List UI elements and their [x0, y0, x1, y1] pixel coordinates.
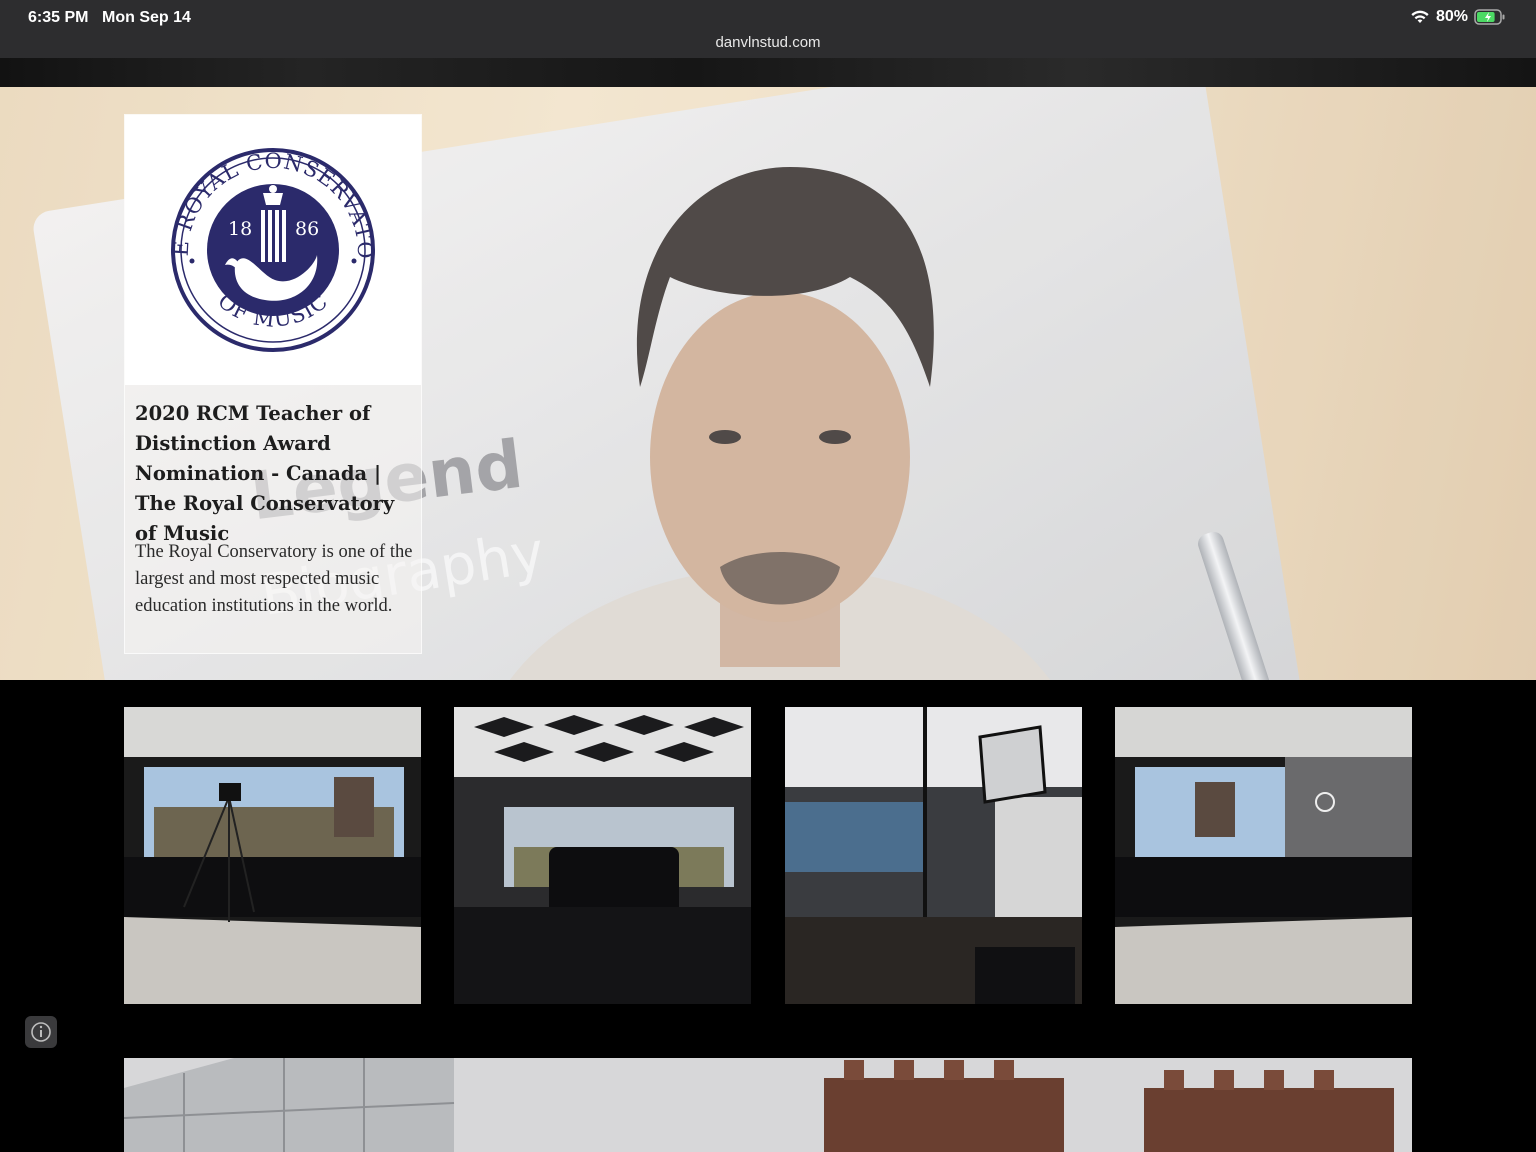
award-title[interactable]: 2020 RCM Teacher of Distinction Award No… — [135, 399, 415, 549]
logo-year-right: 86 — [295, 218, 319, 240]
building-photo-image — [124, 1058, 1412, 1152]
award-card[interactable]: THE ROYAL CONSERVATORY OF MUSIC 18 86 — [115, 96, 422, 654]
rcm-logo-seal: THE ROYAL CONSERVATORY OF MUSIC 18 86 — [115, 96, 376, 352]
building-photo[interactable] — [124, 1058, 1412, 1152]
award-description: The Royal Conservatory is one of the lar… — [135, 542, 413, 616]
status-right: 80% — [1410, 8, 1506, 26]
status-time: 6:35 PM — [28, 9, 89, 26]
info-icon — [31, 1022, 51, 1042]
battery-icon — [1474, 9, 1505, 25]
header-strip — [0, 58, 1536, 87]
gallery-photo-4[interactable] — [1115, 707, 1412, 1004]
address-bar-url[interactable]: danvlnstud.com — [0, 34, 1536, 51]
battery-percent: 80% — [1435, 8, 1468, 25]
studio-room-wide-photo — [1115, 707, 1412, 1004]
studio-lighting-photo — [785, 707, 1082, 1004]
hero-banner: Legend Biography THE ROYAL CONSERVATORY — [0, 87, 1536, 680]
studio-room-tripod-photo — [124, 707, 421, 1004]
status-bar: 6:35 PM Mon Sep 14 80% danvlnstud.com — [0, 0, 1536, 58]
gallery-photo-3[interactable] — [785, 707, 1082, 1004]
studio-camera-photo — [454, 707, 751, 1004]
info-button[interactable] — [25, 1016, 57, 1048]
wifi-icon — [1411, 10, 1429, 23]
gallery-photo-1[interactable] — [124, 707, 421, 1004]
rcm-logo: THE ROYAL CONSERVATORY OF MUSIC 18 86 — [115, 96, 421, 385]
logo-year-left: 18 — [228, 218, 252, 240]
status-date: Mon Sep 14 — [102, 9, 191, 26]
gallery-photo-2[interactable] — [454, 707, 751, 1004]
